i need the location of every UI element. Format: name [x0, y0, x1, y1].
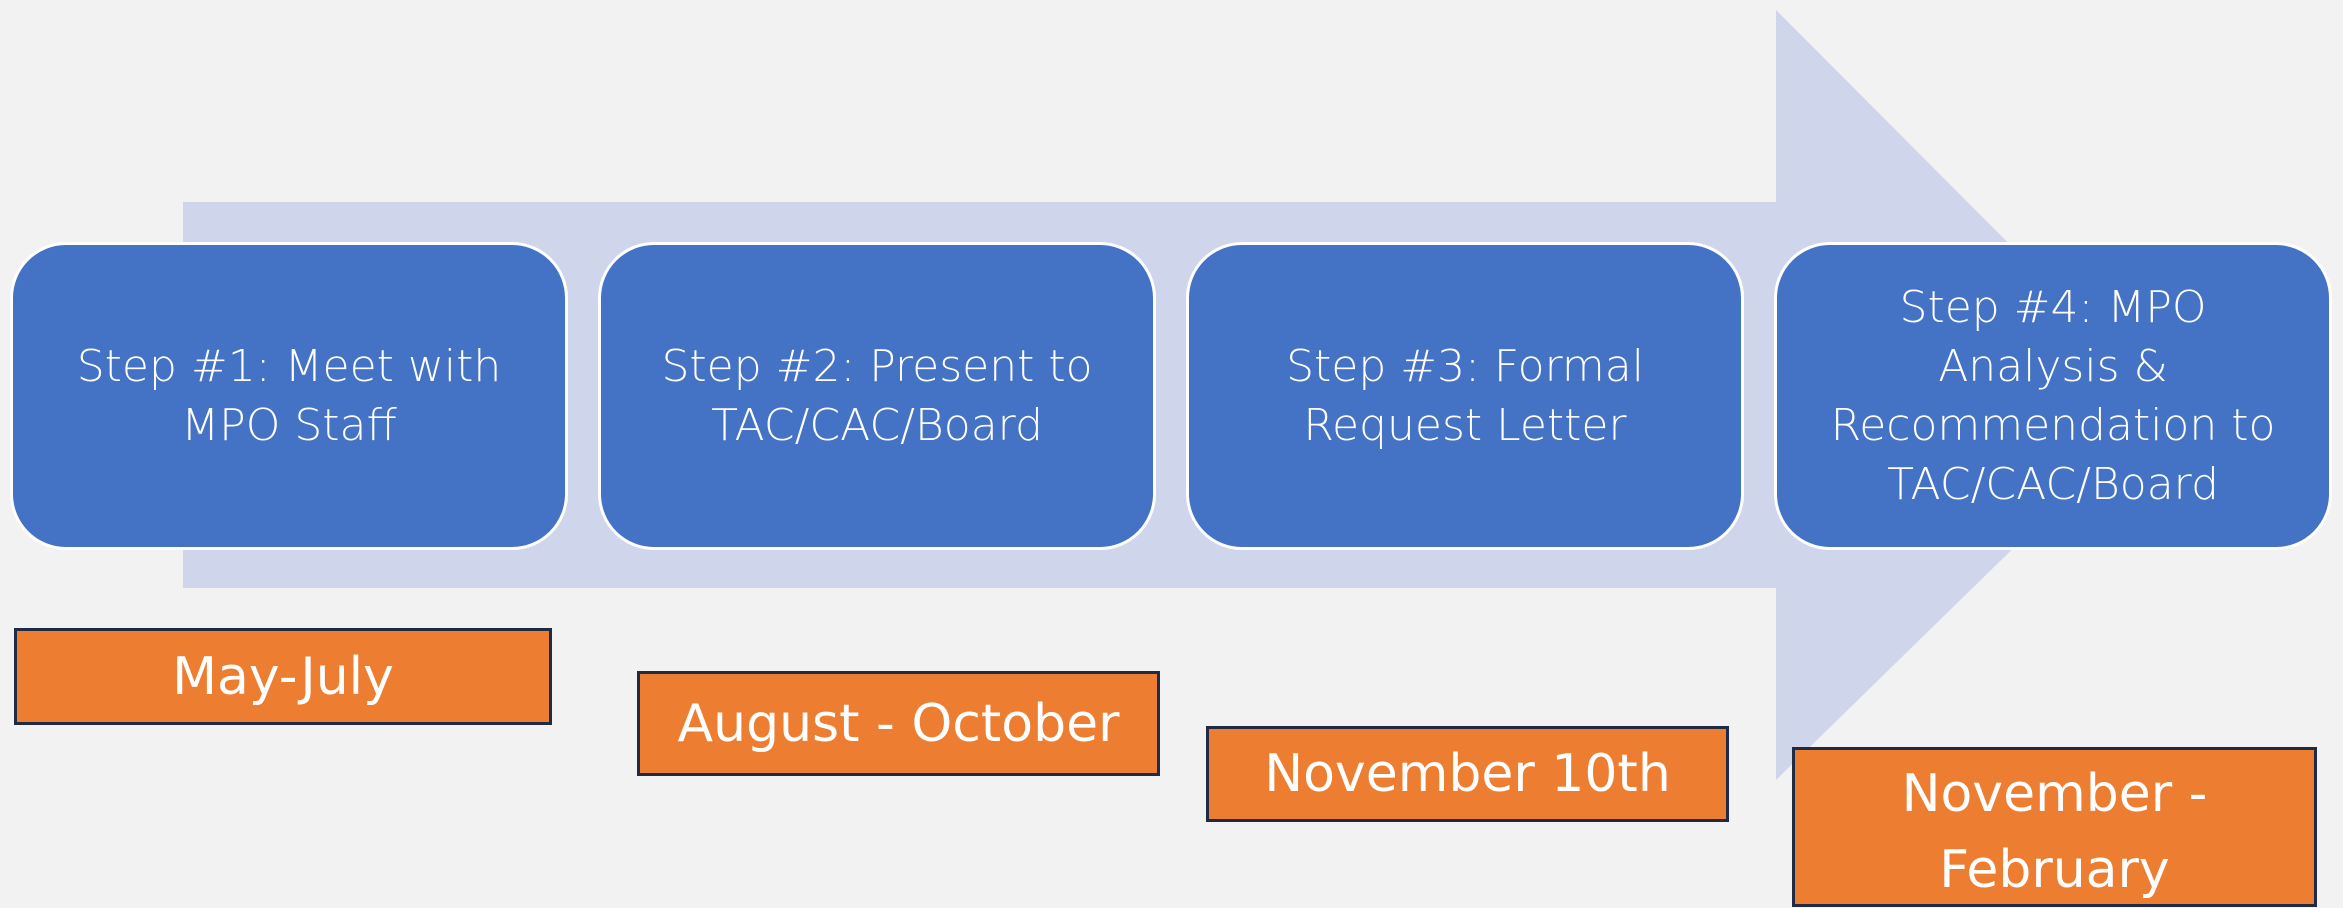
- date-3-label: November 10th: [1264, 744, 1671, 804]
- date-1-label: May-July: [172, 646, 394, 707]
- step-2-label: Step #2: Present to TAC/CAC/Board: [661, 341, 1093, 451]
- step-1-label: Step #1: Meet with MPO Staff: [76, 341, 502, 451]
- date-2-label: August - October: [677, 693, 1120, 754]
- date-4-label: November - February: [1901, 764, 2208, 900]
- step-2-box: Step #2: Present to TAC/CAC/Board: [598, 242, 1156, 550]
- date-1-box: May-July: [14, 628, 552, 725]
- step-3-box: Step #3: Formal Request Letter: [1186, 242, 1744, 550]
- step-4-box: Step #4: MPO Analysis & Recommendation t…: [1774, 242, 2332, 550]
- step-4-label: Step #4: MPO Analysis & Recommendation t…: [1830, 282, 2276, 510]
- date-4-box: November - February: [1792, 747, 2317, 907]
- step-3-label: Step #3: Formal Request Letter: [1286, 341, 1644, 451]
- date-3-box: November 10th: [1206, 726, 1729, 822]
- step-1-box: Step #1: Meet with MPO Staff: [10, 242, 568, 550]
- date-2-box: August - October: [637, 671, 1160, 776]
